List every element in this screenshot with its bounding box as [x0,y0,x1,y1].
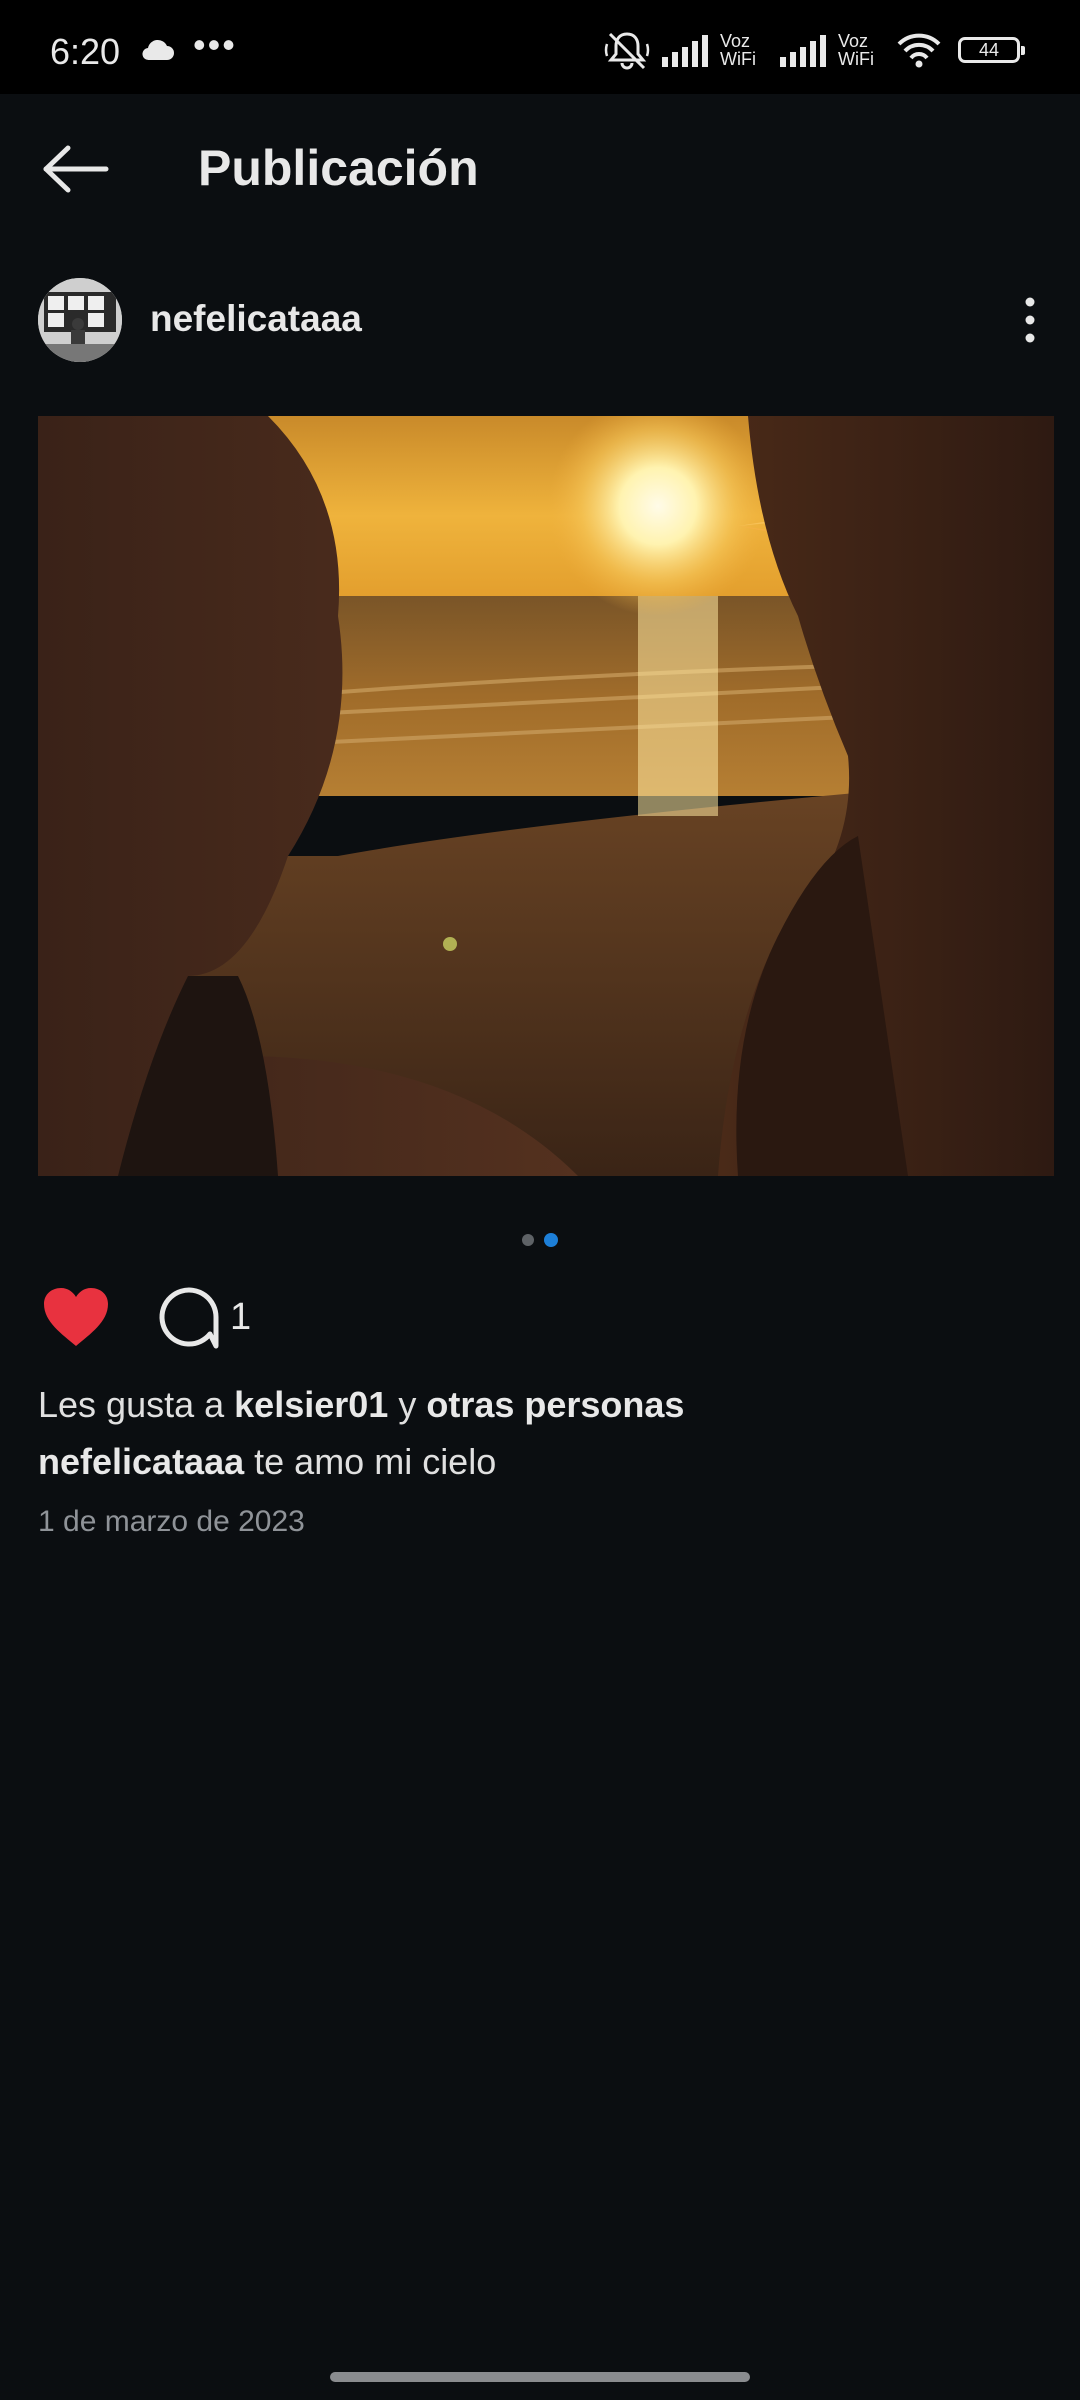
comment-icon[interactable] [156,1284,222,1350]
status-time: 6:20 [50,31,121,72]
status-bar: 6:20 ••• Voz WiFi Voz WiFi 44 [0,0,1080,94]
status-icons: Voz WiFi Voz WiFi 44 [604,28,1025,72]
post-image[interactable] [38,416,1054,1176]
mute-icon [604,32,650,70]
battery-level: 44 [978,39,1000,60]
signal-icon [662,35,708,67]
likes-connector: y [398,1384,417,1425]
arrow-left-icon[interactable] [40,144,112,194]
likes-prefix: Les gusta a [38,1384,225,1425]
heart-icon[interactable] [42,1286,110,1348]
likes-others[interactable]: otras personas [426,1384,684,1425]
likes-summary[interactable]: Les gusta a kelsier01 y otras personas [38,1380,684,1430]
voz-wifi-label: Voz WiFi [838,31,874,69]
cloud-icon [142,39,174,61]
post-caption: nefelicataaa te amo mi cielo [38,1437,496,1487]
page-title: Publicación [198,140,479,196]
sunset-beach-photo [38,416,1054,1176]
wifi-icon [897,33,941,68]
caption-text: te amo mi cielo [254,1441,497,1482]
pager-dot-active[interactable] [544,1233,558,1247]
signal-icon [780,35,826,67]
post-username[interactable]: nefelicataaa [150,298,362,340]
home-indicator[interactable] [330,2372,750,2382]
image-pager [0,1233,1080,1248]
more-vertical-icon[interactable] [1010,290,1050,350]
caption-username[interactable]: nefelicataaa [38,1441,244,1482]
app-header: Publicación [0,94,1080,244]
pager-dot[interactable] [522,1234,534,1246]
comment-count: 1 [230,1296,252,1338]
avatar[interactable] [38,278,122,362]
voz-wifi-label: Voz WiFi [720,31,756,69]
status-more-dots: ••• [193,24,237,65]
avatar-image [38,278,122,362]
post-date: 1 de marzo de 2023 [38,1505,305,1538]
likes-user[interactable]: kelsier01 [234,1384,388,1425]
post-header: nefelicataaa [0,270,1080,370]
post-actions: 1 [38,1282,438,1352]
battery-icon: 44 [958,37,1025,63]
